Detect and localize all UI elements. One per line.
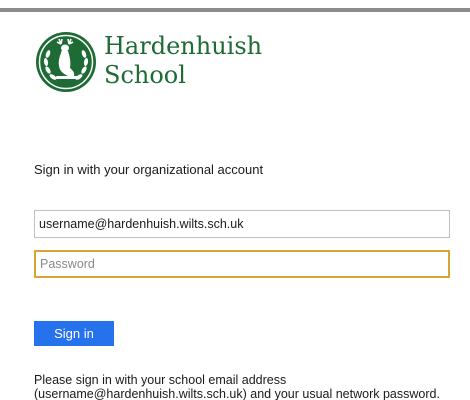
sign-in-help-text: Please sign in with your school email ad… bbox=[34, 373, 464, 400]
password-input[interactable] bbox=[34, 250, 450, 278]
school-name-line2: School bbox=[104, 61, 186, 89]
school-name-line1: Hardenhuish bbox=[104, 32, 263, 60]
sign-in-button[interactable]: Sign in bbox=[34, 321, 114, 346]
school-logo: Hardenhuish School bbox=[34, 30, 264, 94]
username-input[interactable] bbox=[34, 210, 450, 238]
stag-crest-icon bbox=[36, 32, 96, 92]
help-text-line1: Please sign in with your school email ad… bbox=[34, 373, 287, 387]
sign-in-page: Hardenhuish School Sign in with your org… bbox=[0, 0, 470, 400]
sign-in-heading: Sign in with your organizational account bbox=[34, 162, 264, 177]
top-bar bbox=[0, 8, 470, 12]
school-name: Hardenhuish School bbox=[104, 32, 262, 90]
help-text-line2: (username@hardenhuish.wilts.sch.uk) and … bbox=[34, 387, 440, 400]
